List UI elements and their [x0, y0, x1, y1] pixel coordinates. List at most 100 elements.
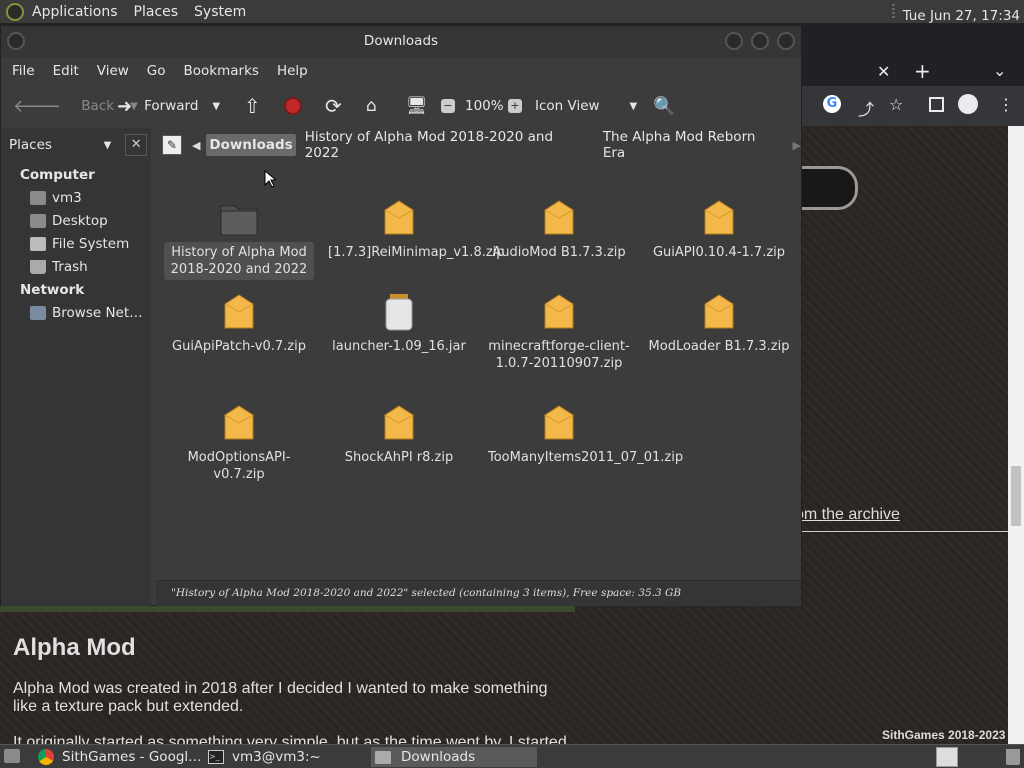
sidebar-selector[interactable]: Places ▼ [5, 134, 115, 156]
icon-view: History of Alpha Mod 2018-2020 and 2022 … [156, 162, 801, 580]
minimize-button[interactable] [725, 32, 743, 50]
sidebar-item-filesystem[interactable]: File System [30, 236, 129, 252]
system-menu[interactable]: System [194, 4, 246, 20]
close-button[interactable] [777, 32, 795, 50]
workspace-switcher[interactable] [936, 747, 958, 767]
page-heading: Alpha Mod [13, 634, 136, 661]
menu-go[interactable]: Go [147, 63, 166, 79]
breadcrumb: ✎ ◀ Downloads History of Alpha Mod 2018-… [156, 128, 801, 162]
stop-icon[interactable] [284, 84, 302, 128]
menu-help[interactable]: Help [277, 63, 308, 79]
computer-icon[interactable]: 🖥 [406, 84, 428, 128]
sidepanel-icon[interactable] [929, 97, 944, 112]
zoom-out-icon[interactable]: − [441, 84, 455, 128]
file-item[interactable]: TooManyItems2011_07_01.zip [484, 403, 683, 468]
file-item[interactable]: AudioMod B1.7.3.zip [484, 198, 634, 263]
drive-icon [30, 237, 46, 251]
hero-image [0, 606, 575, 612]
applications-menu[interactable]: Applications [32, 4, 118, 20]
home-icon[interactable]: ⌂ [366, 84, 377, 128]
mouse-cursor-icon [264, 170, 276, 188]
close-sidebar-icon[interactable]: ✕ [125, 134, 147, 156]
scrollbar-thumb[interactable] [1011, 466, 1021, 526]
archive-icon [704, 294, 734, 329]
tab-list-chevron-icon[interactable]: ⌄ [993, 61, 1006, 80]
sidebar-item-desktop[interactable]: Desktop [30, 213, 108, 229]
file-item[interactable]: GuiApiPatch-v0.7.zip [164, 292, 314, 357]
crumb-downloads[interactable]: Downloads [206, 134, 296, 156]
zoom-level[interactable]: 100% [465, 84, 504, 128]
folder-item[interactable]: History of Alpha Mod 2018-2020 and 2022 [164, 198, 314, 280]
task-chrome[interactable]: SithGames - Googl… [34, 747, 202, 767]
folder-icon [375, 750, 391, 764]
more-menu-icon[interactable]: ⋮ [998, 95, 1014, 114]
crumb-reborn-era[interactable]: The Alpha Mod Reborn Era [600, 126, 785, 164]
sidebar-group-network: Network [20, 282, 85, 298]
menu-view[interactable]: View [97, 63, 129, 79]
profile-icon[interactable] [958, 94, 978, 114]
page-scrollbar[interactable] [1008, 126, 1024, 744]
home-folder-icon [30, 191, 46, 205]
show-desktop-icon[interactable] [4, 749, 20, 763]
sidebar-item-trash[interactable]: Trash [30, 259, 88, 275]
search-icon[interactable]: 🔍 [653, 84, 675, 128]
view-mode-select[interactable]: Icon View ▼ [535, 84, 637, 128]
breadcrumb-right-arrow-icon[interactable]: ▶ [793, 139, 801, 152]
bookmark-star-icon[interactable]: ☆ [889, 95, 903, 114]
new-tab-icon[interactable]: + [914, 59, 931, 83]
paragraph-line: like a texture pack but extended. [13, 698, 244, 715]
window-titlebar[interactable]: Downloads [1, 26, 801, 58]
share-icon[interactable]: ⤴ [858, 96, 874, 120]
clock[interactable]: Tue Jun 27, 17:34 [891, 4, 1020, 24]
trash-applet-icon[interactable] [1006, 749, 1020, 765]
archive-icon [544, 294, 574, 329]
jar-icon [385, 294, 413, 331]
crumb-history[interactable]: History of Alpha Mod 2018-2020 and 2022 [302, 126, 594, 164]
sidebar-item-browse-network[interactable]: Browse Net… [30, 305, 143, 321]
archive-icon [704, 200, 734, 235]
menu-edit[interactable]: Edit [53, 63, 79, 79]
file-item[interactable]: launcher-1.09_16.jar [324, 292, 474, 357]
task-terminal[interactable]: >_ vm3@vm3:~ [204, 747, 368, 767]
menu-bookmarks[interactable]: Bookmarks [184, 63, 259, 79]
places-menu[interactable]: Places [134, 4, 179, 20]
reload-icon[interactable]: ⟳ [325, 84, 342, 128]
close-tab-icon[interactable]: ✕ [877, 62, 890, 81]
menu-file[interactable]: File [12, 63, 35, 79]
archive-link[interactable]: om the archive [795, 506, 900, 524]
chevron-down-icon: ▼ [103, 139, 112, 151]
terminal-icon: >_ [208, 750, 224, 764]
archive-icon [224, 405, 254, 440]
folder-icon [220, 205, 258, 236]
trash-icon [30, 260, 46, 274]
distro-logo-icon[interactable] [6, 2, 24, 21]
window-menu-button[interactable] [7, 32, 25, 50]
edit-location-icon[interactable]: ✎ [162, 135, 182, 155]
back-arrow-icon: 🡐 [13, 95, 62, 117]
top-panel: Applications Places System Tue Jun 27, 1… [0, 0, 1024, 24]
file-item[interactable]: ModLoader B1.7.3.zip [644, 292, 794, 357]
up-icon[interactable]: ⇧ [244, 84, 261, 128]
archive-icon [224, 294, 254, 329]
google-icon[interactable]: G [823, 95, 841, 113]
status-bar: "History of Alpha Mod 2018-2020 and 2022… [156, 580, 801, 606]
sidebar-item-vm3[interactable]: vm3 [30, 190, 82, 206]
file-manager-window: Downloads File Edit View Go Bookmarks He… [0, 25, 802, 606]
task-downloads[interactable]: Downloads [371, 747, 537, 767]
archive-icon [384, 405, 414, 440]
file-item[interactable]: GuiAPI0.10.4-1.7.zip [644, 198, 794, 263]
maximize-button[interactable] [751, 32, 769, 50]
file-item[interactable]: ShockAhPI r8.zip [324, 403, 474, 468]
breadcrumb-left-arrow-icon[interactable]: ◀ [192, 139, 200, 152]
file-item[interactable]: minecraftforge-client-1.0.7-20110907.zip [484, 292, 634, 374]
zoom-in-icon[interactable]: + [508, 84, 522, 128]
menu-bar: File Edit View Go Bookmarks Help [1, 58, 801, 84]
file-item[interactable]: [1.7.3]ReiMinimap_v1.8.zip [324, 198, 505, 263]
forward-dropdown-icon[interactable]: ▼ [212, 101, 220, 112]
archive-icon [384, 200, 414, 235]
divider [790, 531, 1008, 532]
forward-button[interactable]: ➜ Forward ▼ [117, 84, 220, 128]
window-title: Downloads [363, 33, 439, 49]
file-item[interactable]: ModOptionsAPI-v0.7.zip [164, 403, 314, 485]
chevron-down-icon: ▼ [629, 100, 638, 112]
